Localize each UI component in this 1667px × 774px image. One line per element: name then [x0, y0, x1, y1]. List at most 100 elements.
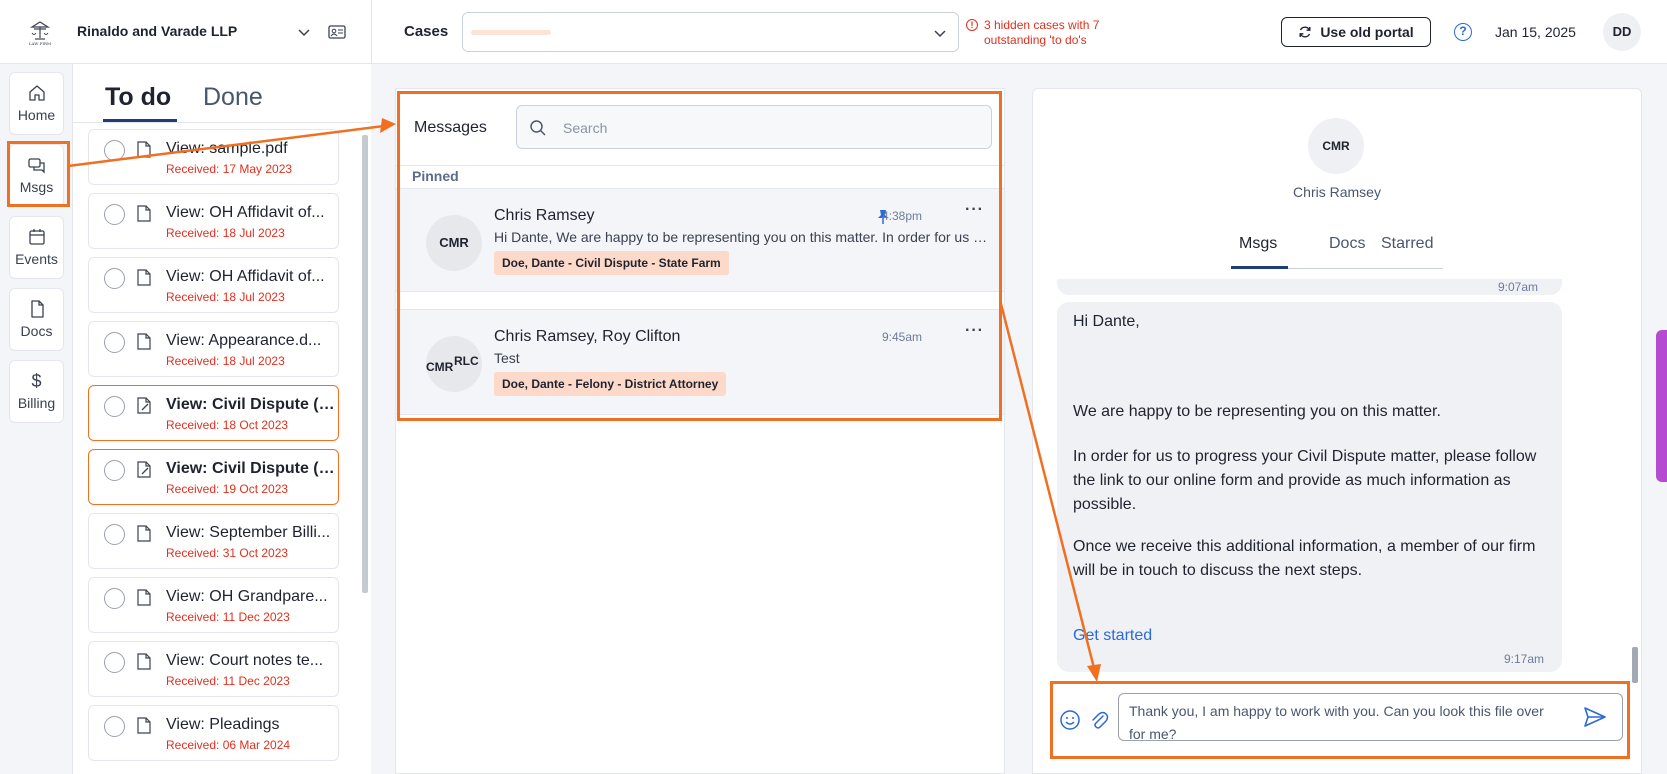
- todo-item[interactable]: View: OH Affidavit of... Received: 18 Ju…: [88, 257, 339, 313]
- todo-title: View: Appearance.d...: [166, 332, 322, 349]
- refresh-icon: [1299, 26, 1311, 38]
- home-icon: [28, 85, 45, 101]
- help-icon[interactable]: ?: [1454, 23, 1472, 41]
- document-icon: [30, 300, 44, 318]
- sign-document-icon: [137, 461, 151, 478]
- todo-item[interactable]: View: sample.pdf Received: 17 May 2023: [88, 129, 339, 185]
- old-portal-label: Use old portal: [1320, 24, 1414, 40]
- attachment-icon[interactable]: [1089, 709, 1109, 731]
- conversation-scrollbar[interactable]: [1631, 279, 1639, 709]
- more-options-icon[interactable]: ···: [965, 201, 984, 219]
- messages-title: Messages: [414, 119, 487, 136]
- thread-preview: Hi Dante, We are happy to be representin…: [494, 229, 989, 245]
- message-time: 9:17am: [1503, 652, 1544, 666]
- thread-sender: Chris Ramsey, Roy Clifton: [494, 328, 681, 345]
- calendar-icon: [28, 229, 45, 245]
- todo-checkbox[interactable]: [104, 396, 125, 417]
- search-icon: [530, 120, 546, 136]
- nav-label: Msgs: [19, 179, 54, 195]
- message-bubble: Hi Dante, We are happy to be representin…: [1057, 302, 1562, 672]
- todo-item[interactable]: View: Civil Dispute (I... Received: 18 O…: [88, 385, 339, 441]
- get-started-link[interactable]: Get started: [1073, 627, 1152, 645]
- emoji-icon[interactable]: [1059, 709, 1081, 731]
- message-search[interactable]: Search: [516, 105, 992, 149]
- nav-item-docs[interactable]: Docs: [9, 288, 64, 351]
- todo-checkbox[interactable]: [104, 524, 125, 545]
- message-thread[interactable]: CMR Chris Ramsey 4:38pm ··· Hi Dante, We…: [396, 188, 1004, 292]
- tab-docs[interactable]: Docs: [1329, 235, 1365, 253]
- todo-checkbox[interactable]: [104, 652, 125, 673]
- todo-checkbox[interactable]: [104, 460, 125, 481]
- message-thread[interactable]: CMR RLC Chris Ramsey, Roy Clifton 9:45am…: [396, 309, 1004, 415]
- avatar: CMR: [1308, 118, 1364, 174]
- document-icon: [137, 653, 151, 670]
- send-icon[interactable]: [1583, 705, 1607, 729]
- message-input[interactable]: Thank you, I am happy to work with you. …: [1118, 693, 1623, 741]
- chat-icon: [27, 158, 45, 174]
- search-input[interactable]: Search: [563, 120, 607, 136]
- todo-received: Received: 19 Oct 2023: [166, 482, 289, 496]
- document-icon: [137, 205, 151, 222]
- nav-item-billing[interactable]: $ Billing: [9, 360, 64, 423]
- user-avatar[interactable]: DD: [1603, 13, 1641, 51]
- document-icon: [137, 269, 151, 286]
- firm-name[interactable]: Rinaldo and Varade LLP: [77, 23, 237, 39]
- nav-label: Events: [15, 251, 58, 267]
- nav-item-events[interactable]: Events: [9, 216, 64, 279]
- todo-received: Received: 11 Dec 2023: [166, 610, 290, 624]
- top-header: LAW FIRM Rinaldo and Varade LLP Cases ! …: [0, 0, 1667, 64]
- todo-checkbox[interactable]: [104, 268, 125, 289]
- document-icon: [137, 525, 151, 542]
- dollar-icon: $: [31, 371, 42, 391]
- todo-title: View: Civil Dispute (I...: [166, 396, 336, 413]
- conversation-tabs: Msgs Docs Starred: [1231, 227, 1443, 269]
- todo-checkbox[interactable]: [104, 716, 125, 737]
- todo-tabs: To do Done: [73, 64, 371, 123]
- chevron-down-icon[interactable]: [296, 24, 312, 40]
- nav-item-msgs[interactable]: Msgs: [9, 144, 64, 207]
- todo-item[interactable]: View: Pleadings Received: 06 Mar 2024: [88, 705, 339, 761]
- scrollbar-thumb[interactable]: [362, 135, 368, 593]
- todo-received: Received: 11 Dec 2023: [166, 674, 290, 688]
- tab-done[interactable]: Done: [203, 83, 263, 112]
- todo-item[interactable]: View: OH Grandpare... Received: 11 Dec 2…: [88, 577, 339, 633]
- todo-item[interactable]: View: September Billi... Received: 31 Oc…: [88, 513, 339, 569]
- todo-panel: To do Done View: sample.pdf Received: 17…: [73, 64, 371, 774]
- tab-msgs[interactable]: Msgs: [1239, 235, 1277, 253]
- chevron-down-icon[interactable]: [932, 25, 948, 41]
- todo-checkbox[interactable]: [104, 332, 125, 353]
- sign-document-icon: [137, 397, 151, 414]
- use-old-portal-button[interactable]: Use old portal: [1281, 17, 1431, 47]
- nav-item-home[interactable]: Home: [9, 72, 64, 135]
- tab-to-do[interactable]: To do: [105, 83, 171, 112]
- scrollbar-thumb[interactable]: [1632, 647, 1638, 683]
- todo-item[interactable]: View: OH Affidavit of... Received: 18 Ju…: [88, 193, 339, 249]
- side-widget-tab[interactable]: [1656, 330, 1667, 482]
- message-paragraph: In order for us to progress your Civil D…: [1073, 448, 1537, 513]
- message-bubble: 9:07am: [1057, 279, 1562, 295]
- todo-item[interactable]: View: Court notes te... Received: 11 Dec…: [88, 641, 339, 697]
- message-history: 9:07am Hi Dante, We are happy to be repr…: [1033, 279, 1641, 709]
- message-paragraph: We are happy to be representing you on t…: [1073, 403, 1441, 420]
- todo-title: View: sample.pdf: [166, 140, 288, 157]
- todo-checkbox[interactable]: [104, 588, 125, 609]
- todo-item[interactable]: View: Appearance.d... Received: 18 Jul 2…: [88, 321, 339, 377]
- hidden-cases-warning[interactable]: ! 3 hidden cases with 7 outstanding 'to …: [966, 18, 1116, 48]
- message-greeting: Hi Dante,: [1073, 313, 1140, 330]
- more-options-icon[interactable]: ···: [965, 322, 984, 340]
- todo-item[interactable]: View: Civil Dispute (I... Received: 19 O…: [88, 449, 339, 505]
- thread-time: 4:38pm: [881, 209, 922, 223]
- cases-label: Cases: [404, 23, 449, 40]
- contact-card-icon[interactable]: [328, 24, 346, 40]
- todo-checkbox[interactable]: [104, 204, 125, 225]
- avatar: CMR: [426, 215, 482, 271]
- document-icon: [137, 141, 151, 158]
- case-tag: Doe, Dante - Felony - District Attorney: [494, 372, 727, 396]
- arrow-head: [380, 118, 396, 133]
- warning-icon: !: [966, 19, 978, 31]
- todo-checkbox[interactable]: [104, 140, 125, 161]
- cases-select[interactable]: [462, 12, 959, 52]
- todo-scrollbar[interactable]: [361, 123, 369, 774]
- tab-starred[interactable]: Starred: [1381, 235, 1433, 253]
- header-divider: [371, 0, 372, 64]
